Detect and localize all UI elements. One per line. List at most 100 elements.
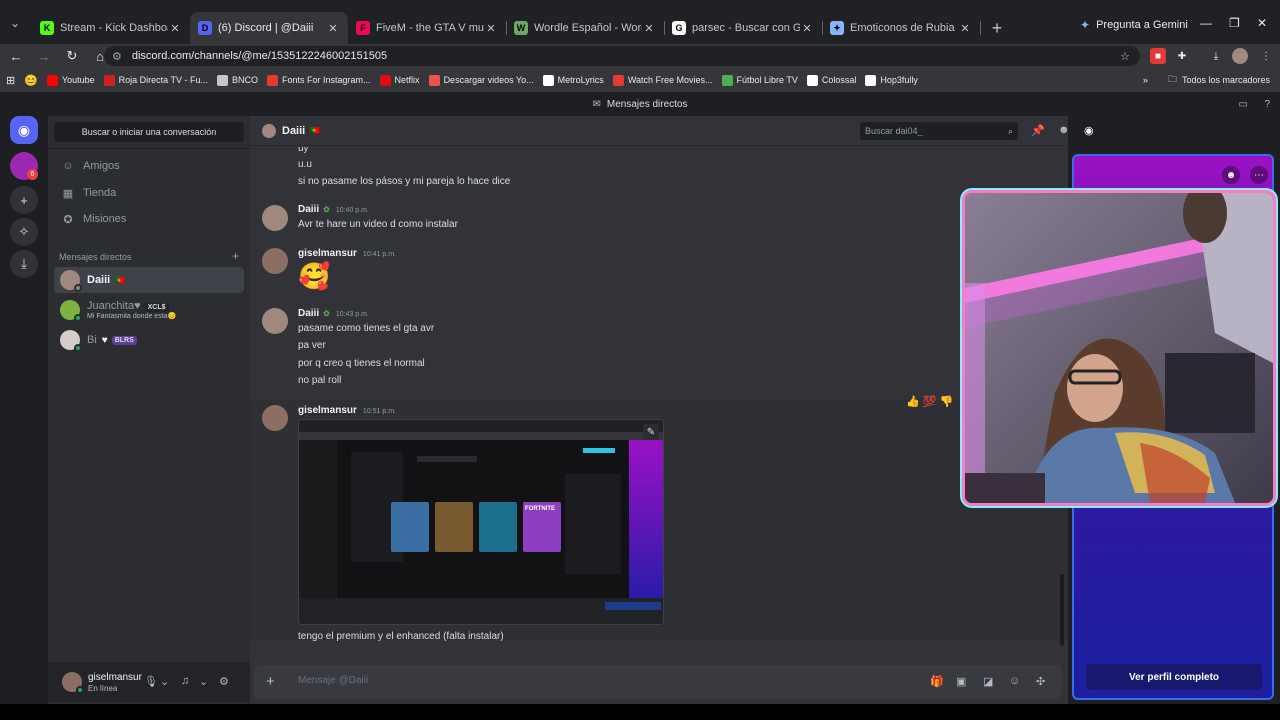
add-friend-icon[interactable]: ☻ (1222, 166, 1240, 184)
bookmark-label: Descargar videos Yo... (443, 75, 534, 85)
add-friends-icon[interactable]: ☻ (1058, 124, 1070, 136)
thumbs-down-icon[interactable]: 👎 (940, 396, 954, 408)
screenshot-library: FORTNITE (337, 440, 629, 598)
apps-icon[interactable]: ✣ (1036, 675, 1045, 688)
bookmark-label: Youtube (61, 75, 95, 85)
microphone-icon[interactable]: 🎙 (144, 675, 158, 688)
bookmark-item[interactable]: Watch Free Movies... (612, 74, 713, 86)
avatar (60, 330, 82, 352)
quests-icon: ✪ (63, 213, 73, 226)
chevron-down-icon[interactable]: ⌄ (199, 675, 208, 688)
tab-title: parsec - Buscar con Google (692, 22, 800, 34)
extension-icon[interactable]: ■ (1150, 48, 1166, 64)
forward-icon[interactable]: → (32, 49, 56, 64)
browser-tab[interactable]: F FiveM - the GTA V multiplayer✕ (348, 12, 507, 44)
edit-icon[interactable]: ✎ (643, 424, 659, 440)
settings-gear-icon[interactable]: ⚙ (219, 675, 229, 688)
help-icon[interactable]: ? (1264, 99, 1270, 110)
pinned-messages-icon[interactable]: 📌 (1031, 124, 1045, 137)
message-author: Daiii ✿ 10:43 p.m. (298, 308, 369, 319)
bookmark-item[interactable]: Roja Directa TV - Fu... (103, 74, 208, 86)
avatar[interactable] (262, 205, 288, 231)
more-bookmarks-icon[interactable]: » (1143, 75, 1148, 85)
browser-menu-icon[interactable]: ⋮ (1258, 48, 1274, 64)
nav-shop[interactable]: ▦ Tienda (56, 182, 242, 204)
chevron-down-icon[interactable]: ⌄ (160, 675, 169, 688)
browser-tab[interactable]: ✦ Emoticonos de Rubia Rezando✕ (822, 12, 981, 44)
user-profile-icon[interactable]: ◉ (1084, 124, 1094, 137)
all-bookmarks-link[interactable]: Todos los marcadores (1182, 75, 1270, 85)
close-tab-icon[interactable]: ✕ (958, 22, 972, 35)
view-full-profile-button[interactable]: Ver perfil completo (1086, 664, 1262, 690)
tab-search-chevron-icon[interactable]: ⌄ (6, 14, 24, 32)
nav-quests[interactable]: ✪ Misiones (56, 208, 242, 230)
hundred-icon[interactable]: 💯 (923, 396, 937, 408)
screenshot-search (417, 456, 477, 462)
add-attachment-icon[interactable]: + (266, 673, 275, 690)
thumbs-up-icon[interactable]: 👍 (906, 396, 920, 408)
more-options-icon[interactable]: ⋯ (1250, 166, 1268, 184)
emoji-icon[interactable]: ☺ (1009, 675, 1020, 687)
bookmark-item[interactable]: Hop3fully (865, 74, 918, 86)
chat-scrollbar[interactable] (1060, 574, 1064, 646)
game-cover (479, 502, 517, 552)
bookmark-item[interactable]: BNCO (217, 74, 258, 86)
avatar[interactable] (262, 405, 288, 431)
reaction-bar[interactable]: 👍 💯 👎 (906, 395, 953, 408)
gemini-button[interactable]: ✦ Pregunta a Gemini (1080, 18, 1188, 32)
user-avatar[interactable] (62, 672, 84, 694)
bookmark-item[interactable]: MetroLyrics (542, 74, 604, 86)
dm-item-bi[interactable]: Bi ♥ BLRS (54, 327, 244, 353)
chat-search-input[interactable]: Buscar dai04_ ⌕ (860, 122, 1018, 140)
discover-icon[interactable]: ✧ (10, 218, 38, 246)
site-info-icon[interactable]: ⚙ (112, 50, 122, 63)
restore-icon[interactable]: ❐ (1229, 16, 1240, 30)
bookmark-item[interactable]: Colossal (806, 74, 856, 86)
close-tab-icon[interactable]: ✕ (800, 22, 814, 35)
download-icon[interactable]: ⤓ (1208, 48, 1224, 64)
composer-placeholder: Mensaje @Daiii (298, 675, 369, 686)
close-window-icon[interactable]: ✕ (1257, 16, 1267, 30)
nav-friends[interactable]: ☺ Amigos (56, 155, 242, 177)
download-apps-icon[interactable]: ⤓ (10, 250, 38, 278)
add-server-icon[interactable]: + (10, 186, 38, 214)
close-tab-icon[interactable]: ✕ (484, 22, 498, 35)
create-dm-button[interactable]: + (232, 250, 239, 262)
dm-item-daiii[interactable]: Daiii 🇵🇹 (54, 267, 244, 293)
message-composer[interactable]: + Mensaje @Daiii 🎁 ▣ ◪ ☺ ✣ (254, 665, 1062, 699)
bookmark-item[interactable]: Fútbol Libre TV (721, 74, 798, 86)
image-attachment[interactable]: FORTNITE ✎ (298, 419, 664, 625)
extensions-puzzle-icon[interactable]: ✚ (1174, 48, 1190, 64)
close-tab-icon[interactable]: ✕ (168, 22, 182, 35)
discord-home-icon[interactable]: ◉ (10, 116, 38, 144)
browser-tab[interactable]: Gparsec - Buscar con Google✕ (664, 12, 823, 44)
browser-tab[interactable]: W Wordle Español - Wordle ilimitado✕ (506, 12, 665, 44)
back-icon[interactable]: ← (4, 49, 28, 64)
gift-icon[interactable]: 🎁 (930, 675, 944, 688)
minimize-icon[interactable]: — (1200, 16, 1212, 30)
find-conversation-button[interactable]: Buscar o iniciar una conversación (54, 122, 244, 142)
new-tab-button[interactable]: + (984, 15, 1010, 41)
gif-icon[interactable]: ▣ (956, 675, 966, 688)
inbox-icon[interactable]: ▭ (1239, 99, 1248, 110)
browser-tab[interactable]: K Stream - Kick Dashboard✕ (32, 12, 190, 44)
emoji-bookmark-icon[interactable]: 😊 (24, 74, 38, 87)
address-bar[interactable]: ⚙ discord.com/channels/@me/1535122246002… (104, 46, 1140, 66)
close-tab-icon[interactable]: ✕ (326, 22, 340, 35)
reload-icon[interactable]: ↻ (60, 48, 84, 64)
bookmark-item[interactable]: Fonts For Instagram... (267, 74, 371, 86)
avatar[interactable] (262, 248, 288, 274)
apps-grid-icon[interactable]: ⊞ (6, 74, 15, 87)
bookmark-item[interactable]: Youtube (46, 74, 95, 86)
profile-avatar[interactable] (1232, 48, 1248, 64)
bookmark-item[interactable]: Netflix (379, 74, 420, 86)
dm-item-juanchita[interactable]: Juanchita♥ XCL$ Mi Fantasmita donde esta😔 (54, 295, 244, 325)
avatar[interactable] (262, 308, 288, 334)
headphones-icon[interactable]: ♫ (181, 675, 189, 687)
bookmark-star-icon[interactable]: ☆ (1120, 50, 1130, 63)
close-tab-icon[interactable]: ✕ (642, 22, 656, 35)
bookmark-favicon-icon (865, 74, 877, 86)
bookmark-item[interactable]: Descargar videos Yo... (428, 74, 534, 86)
browser-tab[interactable]: D (6) Discord | @Daiii ✕ (190, 12, 348, 44)
sticker-icon[interactable]: ◪ (983, 675, 993, 688)
